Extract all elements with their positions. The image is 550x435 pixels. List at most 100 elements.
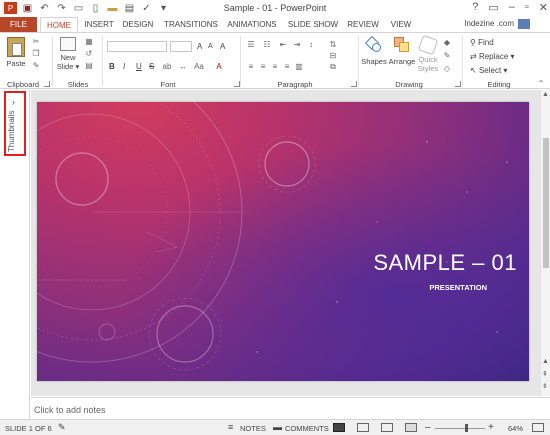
font-color-icon[interactable]: A [214, 62, 224, 72]
reading-view-icon[interactable] [381, 423, 393, 432]
fit-slide-icon[interactable] [532, 423, 544, 432]
help-button[interactable]: ? [472, 1, 478, 14]
zoom-slider[interactable] [435, 424, 485, 432]
user-name: Indezine .com [464, 19, 514, 29]
format-painter-icon[interactable]: ✎ [31, 61, 41, 71]
notes-pane[interactable]: Click to add notes [31, 397, 550, 419]
tab-animations[interactable]: ANIMATIONS [226, 17, 278, 32]
comments-button[interactable]: COMMENTS [285, 424, 329, 433]
slide-sorter-icon[interactable] [357, 423, 369, 432]
zoom-slider-handle[interactable] [465, 424, 468, 432]
previous-slide-icon[interactable]: ⇞ [542, 370, 548, 378]
shrink-font-button[interactable]: A [208, 43, 213, 50]
select-button[interactable]: ↖ Select ▾ [470, 66, 507, 75]
notes-icon[interactable]: ≡ [228, 422, 233, 432]
quick-styles-label-2: Styles [417, 64, 439, 73]
zoom-level[interactable]: 64% [508, 424, 523, 433]
drawing-launcher-icon[interactable] [455, 81, 461, 87]
tab-home[interactable]: HOME [40, 17, 78, 32]
select-label: Select [478, 66, 502, 75]
change-case-icon[interactable]: Aa [194, 62, 204, 72]
restore-button[interactable]: ▫ [525, 1, 529, 14]
arrange-label: Arrange [388, 57, 416, 66]
layout-icon[interactable]: ▦ [84, 37, 94, 47]
columns-icon[interactable]: ▥ [294, 62, 304, 72]
tab-slide-show[interactable]: SLIDE SHOW [287, 17, 339, 32]
slide-title[interactable]: SAMPLE – 01 [337, 250, 517, 276]
zoom-in-button[interactable]: + [488, 422, 494, 433]
slide-show-icon[interactable] [405, 423, 417, 432]
scrollbar-thumb[interactable] [543, 138, 549, 268]
arrange-icon [394, 37, 410, 53]
replace-button[interactable]: ⇄ Replace ▾ [470, 52, 515, 61]
spell-check-icon[interactable]: ✎ [58, 422, 66, 433]
new-slide-button[interactable]: New Slide ▾ [56, 37, 80, 71]
strikethrough-button[interactable]: S [149, 62, 154, 71]
text-direction-icon[interactable]: ⇅ [328, 40, 338, 50]
copy-icon[interactable]: ❐ [31, 49, 41, 59]
align-left-icon[interactable]: ≡ [246, 62, 256, 72]
reset-icon[interactable]: ↺ [84, 49, 94, 59]
align-center-icon[interactable]: ≡ [258, 62, 268, 72]
quick-styles-button[interactable]: Quick Styles [416, 34, 440, 73]
grow-font-button[interactable]: A [197, 42, 202, 51]
smartart-icon[interactable]: ⧉ [328, 62, 338, 72]
find-icon: ⚲ [470, 38, 476, 47]
quick-styles-label-1: Quick [418, 55, 438, 64]
text-shadow-icon[interactable]: ab [162, 62, 172, 72]
clipboard-launcher-icon[interactable] [44, 81, 50, 87]
slide-canvas[interactable]: SAMPLE – 01 PRESENTATION [37, 102, 529, 381]
shape-fill-icon[interactable]: ◆ [442, 38, 452, 48]
zoom-out-button[interactable]: – [425, 422, 431, 433]
new-slide-label-1: New [60, 53, 76, 62]
scroll-up-icon[interactable]: ▲ [542, 91, 549, 98]
thumbnails-toggle[interactable]: › Thumbnails [4, 91, 26, 156]
new-slide-icon [60, 37, 76, 51]
cut-icon[interactable]: ✂ [31, 37, 41, 47]
tab-design[interactable]: DESIGN [121, 17, 155, 32]
paste-button[interactable]: Paste [4, 37, 28, 68]
user-account[interactable]: Indezine .com [464, 19, 530, 29]
normal-view-icon[interactable] [333, 423, 345, 432]
tab-transitions[interactable]: TRANSITIONS [162, 17, 220, 32]
collapse-ribbon-icon[interactable]: ⌃ [536, 79, 546, 89]
align-text-icon[interactable]: ⊟ [328, 51, 338, 61]
tab-file[interactable]: FILE [0, 17, 37, 32]
ribbon-display-options-icon[interactable]: ▭ [488, 1, 498, 14]
notes-button[interactable]: NOTES [240, 424, 266, 433]
tab-view[interactable]: VIEW [388, 17, 414, 32]
comments-icon[interactable]: ▬ [273, 422, 282, 432]
align-right-icon[interactable]: ≡ [270, 62, 280, 72]
section-icon[interactable]: ▤ [84, 61, 94, 71]
scroll-up-arrow-bottom-icon[interactable]: ▲ [542, 358, 549, 365]
next-slide-icon[interactable]: ⇟ [542, 382, 548, 390]
shape-effects-icon[interactable]: ◇ [442, 64, 452, 74]
increase-indent-icon[interactable]: ⇥ [292, 40, 302, 50]
clear-formatting-button[interactable]: A [220, 42, 225, 51]
decrease-indent-icon[interactable]: ⇤ [278, 40, 288, 50]
font-group-label: Font [160, 80, 176, 89]
tab-insert[interactable]: INSERT [82, 17, 116, 32]
line-spacing-icon[interactable]: ↕ [306, 40, 316, 50]
italic-button[interactable]: I [123, 62, 125, 71]
arrange-button[interactable]: Arrange [388, 37, 416, 66]
bold-button[interactable]: B [109, 62, 115, 71]
font-name-combo[interactable] [107, 41, 167, 52]
justify-icon[interactable]: ≡ [282, 62, 292, 72]
numbering-icon[interactable]: ☷ [262, 40, 272, 50]
font-size-combo[interactable] [170, 41, 192, 52]
tab-review[interactable]: REVIEW [346, 17, 380, 32]
slide-subtitle[interactable]: PRESENTATION [337, 283, 487, 292]
bullets-icon[interactable]: ☰ [246, 40, 256, 50]
paragraph-launcher-icon[interactable] [351, 81, 357, 87]
group-divider [462, 36, 463, 86]
shape-outline-icon[interactable]: ✎ [442, 51, 452, 61]
close-button[interactable]: ✕ [539, 1, 548, 14]
shapes-button[interactable]: Shapes [361, 35, 387, 66]
find-button[interactable]: ⚲ Find [470, 38, 494, 47]
drawing-group-label: Drawing [395, 80, 423, 89]
underline-button[interactable]: U [136, 62, 142, 71]
minimize-button[interactable]: – [509, 1, 515, 14]
character-spacing-icon[interactable]: ↔ [178, 62, 188, 72]
vertical-scrollbar[interactable]: ▲ ▲ ⇞ ⇟ [540, 90, 550, 396]
